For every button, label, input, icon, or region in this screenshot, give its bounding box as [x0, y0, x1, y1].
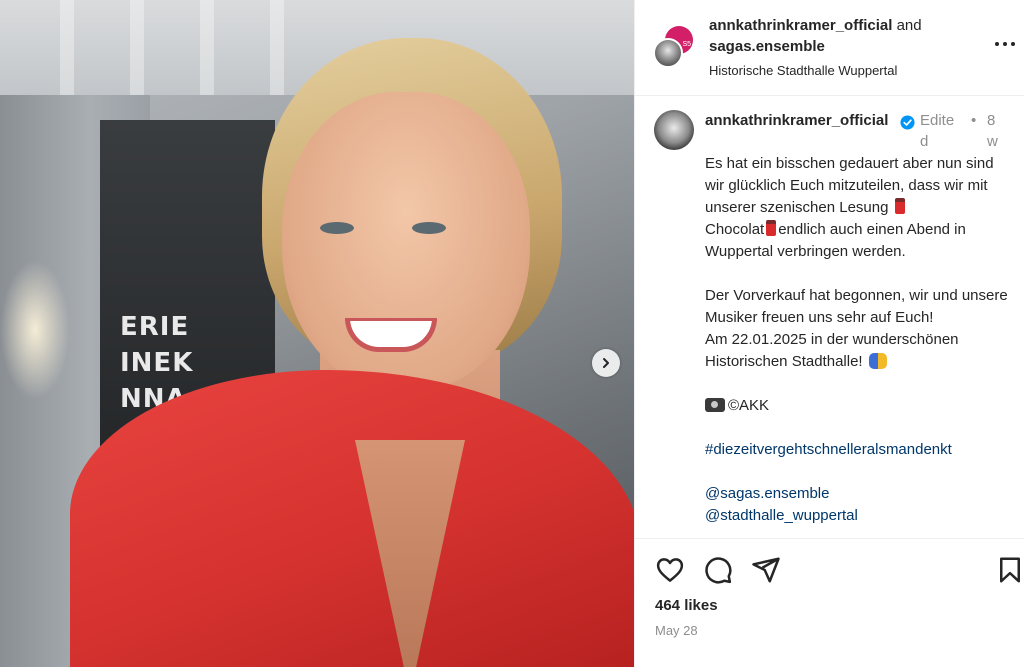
- chocolate-emoji-icon: [894, 198, 905, 214]
- author-link-primary[interactable]: annkathrinkramer_official: [709, 17, 892, 34]
- caption-line: Am 22.01.2025 in der wunderschönen Histo…: [705, 331, 959, 370]
- author-link-secondary[interactable]: sagas.ensemble: [709, 36, 969, 57]
- avatar[interactable]: [654, 110, 694, 150]
- theater-masks-emoji-icon: [868, 353, 887, 369]
- likes-count[interactable]: 464 likes: [655, 597, 718, 614]
- post-header: S5 annkathrinkramer_official and sagas.e…: [635, 0, 1024, 96]
- more-options-button[interactable]: [991, 34, 1019, 54]
- post-actions: 464 likes May 28: [635, 538, 1024, 667]
- chocolate-emoji-icon: [766, 220, 777, 236]
- avatar[interactable]: [653, 38, 683, 68]
- author-joiner: and: [892, 17, 922, 34]
- mention-link[interactable]: @stadthalle_wuppertal: [705, 507, 858, 524]
- comment-icon[interactable]: [703, 555, 733, 585]
- caption-header: annkathrinkramer_official Edited • 8w: [705, 110, 1005, 150]
- post-header-text: annkathrinkramer_official and sagas.ense…: [709, 15, 969, 81]
- bookmark-icon[interactable]: [995, 555, 1024, 585]
- caption-text: Es hat ein bisschen gedauert aber nun si…: [705, 153, 1013, 527]
- share-icon[interactable]: [751, 555, 781, 585]
- meta-separator: •: [971, 112, 977, 129]
- caption-line: Chocolat: [705, 221, 765, 238]
- post-age-link[interactable]: 8w: [987, 110, 999, 152]
- carousel-next-button[interactable]: [592, 349, 620, 377]
- post-date[interactable]: May 28: [655, 623, 698, 638]
- post-photo[interactable]: ERIE INEK NNA: [0, 0, 634, 667]
- post-side-panel: S5 annkathrinkramer_official and sagas.e…: [634, 0, 1024, 667]
- caption-line: Der Vorverkauf hat begonnen, wir und uns…: [705, 287, 1008, 326]
- hashtag-link[interactable]: #diezeitvergehtschnelleralsmandenkt: [705, 441, 952, 458]
- photo-subject: [0, 0, 634, 667]
- photo-credit: ©AKK: [728, 397, 770, 414]
- more-options-icon: [1011, 42, 1015, 46]
- caption-scroll-area[interactable]: annkathrinkramer_official Edited • 8w Es…: [635, 97, 1024, 537]
- collab-avatars[interactable]: S5: [653, 26, 697, 70]
- location-link[interactable]: Historische Stadthalle Wuppertal: [709, 60, 969, 81]
- caption-username[interactable]: annkathrinkramer_official: [705, 110, 893, 131]
- verified-badge-icon: [900, 115, 915, 130]
- edited-label: Edited: [920, 112, 955, 150]
- more-options-icon: [995, 42, 999, 46]
- caption-line: Es hat ein bisschen gedauert aber nun si…: [705, 155, 994, 216]
- camera-emoji-icon: [705, 398, 725, 412]
- avatar-badge-text: S5: [682, 41, 691, 48]
- chevron-right-icon: [603, 358, 609, 368]
- mention-link[interactable]: @sagas.ensemble: [705, 485, 829, 502]
- more-options-icon: [1003, 42, 1007, 46]
- heart-icon[interactable]: [655, 555, 685, 585]
